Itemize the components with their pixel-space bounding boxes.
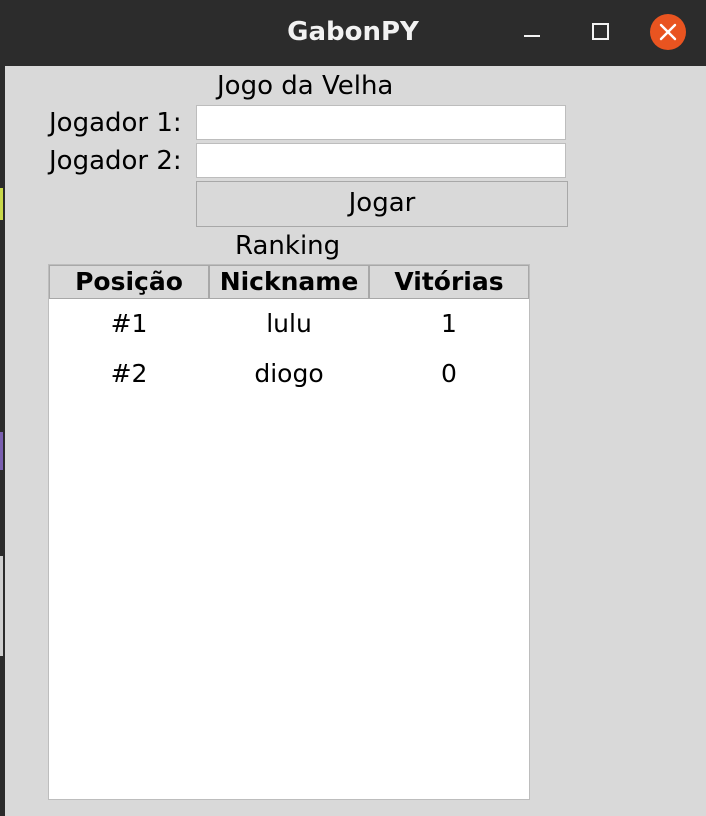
ranking-table-header: Posição Nickname Vitórias [49, 265, 529, 299]
maximize-icon [592, 23, 609, 40]
desktop-edge-mark [0, 188, 3, 220]
column-header-position[interactable]: Posição [49, 265, 209, 299]
table-cell-nickname: diogo [254, 359, 324, 388]
app-window: GabonPY Jogo da Velha Jogador 1: Jogador… [0, 0, 706, 816]
table-cell-position: #2 [110, 359, 148, 388]
minimize-icon [524, 35, 540, 37]
player2-label: Jogador 2: [49, 146, 182, 176]
ranking-title: Ranking [235, 231, 341, 261]
play-button[interactable]: Jogar [196, 181, 568, 227]
close-button[interactable] [650, 14, 686, 50]
column-header-nickname[interactable]: Nickname [209, 265, 369, 299]
table-cell-position: #1 [110, 309, 148, 338]
minimize-button[interactable] [514, 14, 550, 50]
desktop-edge-mark [0, 556, 3, 656]
title-bar[interactable]: GabonPY [0, 0, 706, 66]
player1-input[interactable] [196, 105, 566, 140]
table-cell-nickname: lulu [266, 309, 312, 338]
game-title: Jogo da Velha [217, 71, 394, 101]
table-cell-wins: 1 [441, 309, 457, 338]
desktop-edge-mark [0, 432, 3, 470]
main-content: Jogo da Velha Jogador 1: Jogador 2: Joga… [5, 66, 706, 816]
table-cell-wins: 0 [441, 359, 457, 388]
table-row[interactable]: #2 diogo 0 [49, 349, 529, 399]
player2-input[interactable] [196, 143, 566, 178]
close-icon [659, 23, 677, 41]
column-header-wins[interactable]: Vitórias [369, 265, 529, 299]
table-row[interactable]: #1 lulu 1 [49, 299, 529, 349]
ranking-table[interactable]: Posição Nickname Vitórias #1 lulu 1 #2 d… [48, 264, 530, 800]
maximize-button[interactable] [582, 14, 618, 50]
player1-label: Jogador 1: [49, 108, 182, 138]
